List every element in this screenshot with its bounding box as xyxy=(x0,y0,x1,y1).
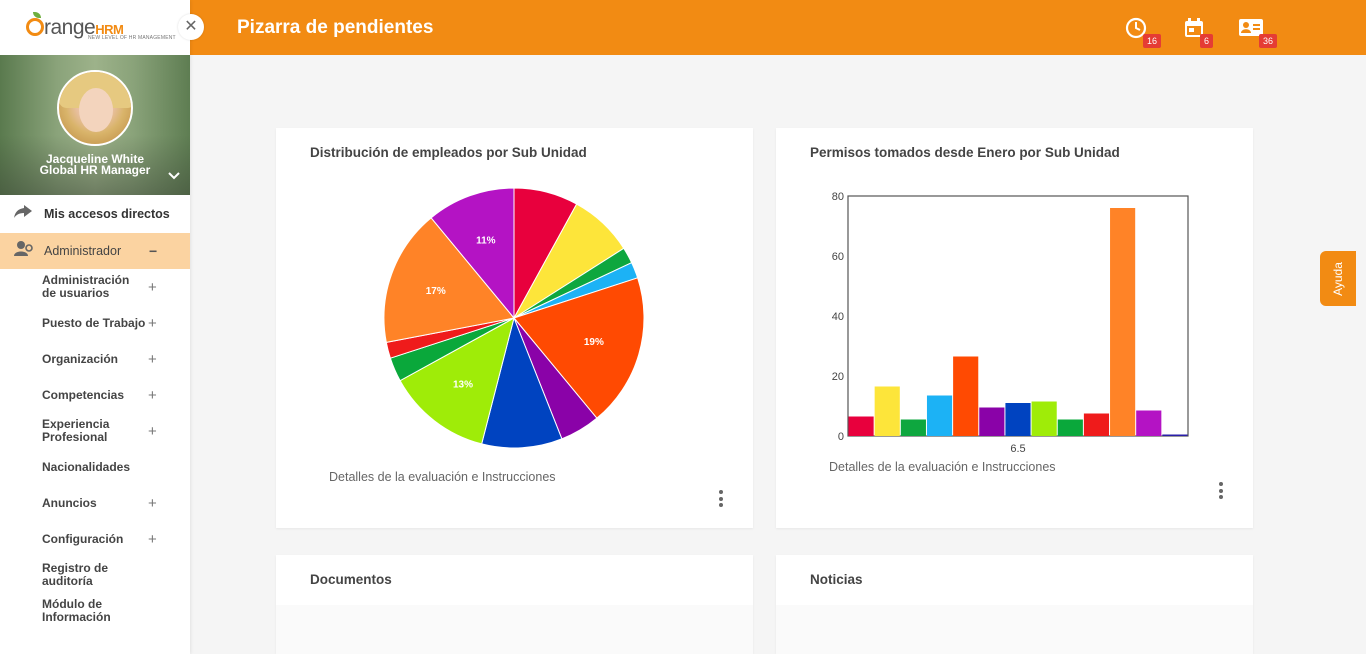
help-tab[interactable]: Ayuda xyxy=(1320,251,1356,306)
page-title: Pizarra de pendientes xyxy=(237,17,434,38)
sidebar-item-label: Registro de auditoría xyxy=(42,561,109,588)
bar-card-footer-link[interactable]: Detalles de la evaluación e Instruccione… xyxy=(829,460,1056,474)
calendar-badge: 6 xyxy=(1200,34,1214,48)
user-settings-icon xyxy=(14,240,34,262)
contacts-badge: 36 xyxy=(1259,34,1278,48)
sidebar-item[interactable]: Puesto de Trabajo + xyxy=(0,305,190,341)
nav-admin-label: Administrador xyxy=(44,244,122,258)
pie-slice-label: 19% xyxy=(584,337,604,348)
documents-card: Documentos xyxy=(276,555,753,654)
bar[interactable] xyxy=(1136,410,1162,437)
expand-icon[interactable]: + xyxy=(148,496,157,511)
bar[interactable] xyxy=(926,395,953,437)
y-tick-label: 60 xyxy=(832,251,844,263)
y-tick-label: 20 xyxy=(832,371,844,383)
bar[interactable] xyxy=(1110,208,1136,436)
bar[interactable] xyxy=(953,356,979,437)
pie-card-menu-icon[interactable] xyxy=(719,490,723,510)
share-arrow-icon xyxy=(14,204,34,224)
nav-admin[interactable]: Administrador − xyxy=(0,233,190,269)
documents-body xyxy=(276,605,753,654)
sidebar-item[interactable]: Organización + xyxy=(0,341,190,377)
pie-slice-label: 11% xyxy=(476,236,496,247)
nav-shortcuts[interactable]: Mis accesos directos xyxy=(0,195,190,233)
logo-orange-icon xyxy=(26,18,44,36)
user-profile: Jacqueline White Global HR Manager xyxy=(0,55,190,195)
sidebar-item-label: Módulo de Información xyxy=(42,597,111,624)
sidebar-item-label: Puesto de Trabajo xyxy=(42,315,146,330)
orangehrm-logo[interactable]: rangeHRM NEW LEVEL OF HR MANAGEMENT xyxy=(26,12,176,46)
pie-chart[interactable]: 19% 13% 17% 11% xyxy=(276,128,753,528)
y-tick-label: 0 xyxy=(838,431,844,443)
bar[interactable] xyxy=(1083,413,1110,437)
chevron-down-icon[interactable] xyxy=(168,169,180,183)
user-role: Global HR Manager xyxy=(39,163,151,177)
bar[interactable] xyxy=(848,416,874,437)
bar[interactable] xyxy=(1031,401,1057,437)
sidebar-item[interactable]: Nacionalidades xyxy=(0,449,190,485)
sidebar-item-label: Organización xyxy=(42,351,119,366)
employee-distribution-card: Distribución de empleados por Sub Unidad… xyxy=(276,128,753,528)
bar-card-menu-icon[interactable] xyxy=(1219,482,1223,502)
user-name-block: Jacqueline White Global HR Manager xyxy=(0,153,190,177)
sidebar-item[interactable]: Anuncios + xyxy=(0,485,190,521)
sidebar-item-label: Anuncios xyxy=(42,495,97,510)
expand-icon[interactable]: + xyxy=(148,424,157,439)
collapse-icon[interactable]: − xyxy=(149,243,157,259)
news-card: Noticias xyxy=(776,555,1253,654)
news-title: Noticias xyxy=(810,572,863,587)
sidebar-item[interactable]: Registro de auditoría xyxy=(0,557,190,593)
bar[interactable] xyxy=(900,419,926,437)
sidebar-item-label: Configuración xyxy=(42,531,124,546)
documents-title: Documentos xyxy=(310,572,392,587)
bar[interactable] xyxy=(979,407,1005,437)
y-tick-label: 80 xyxy=(832,191,844,203)
pie-card-footer-link[interactable]: Detalles de la evaluación e Instruccione… xyxy=(329,470,556,484)
y-tick-label: 40 xyxy=(832,311,844,323)
help-label: Ayuda xyxy=(1331,261,1345,296)
sidebar-item[interactable]: Competencias + xyxy=(0,377,190,413)
close-sidebar-button[interactable]: ✕ xyxy=(178,14,204,40)
news-body xyxy=(776,605,1253,654)
sidebar-item-label: Administración de usuarios xyxy=(42,273,130,300)
sidebar-item[interactable]: Administración de usuarios + xyxy=(0,269,190,305)
top-bar: Pizarra de pendientes 16 6 36 xyxy=(190,0,1366,55)
bar[interactable] xyxy=(1005,403,1031,436)
expand-icon[interactable]: + xyxy=(148,388,157,403)
logo-bar: rangeHRM NEW LEVEL OF HR MANAGEMENT xyxy=(0,0,190,55)
sidebar-item[interactable]: Experiencia Profesional + xyxy=(0,413,190,449)
bar[interactable] xyxy=(874,386,900,437)
sidebar-item-label: Experiencia Profesional xyxy=(42,417,110,444)
bar[interactable] xyxy=(1162,434,1188,437)
sidebar-item[interactable]: Módulo de Información xyxy=(0,593,190,629)
sidebar: rangeHRM NEW LEVEL OF HR MANAGEMENT Jacq… xyxy=(0,0,190,654)
expand-icon[interactable]: + xyxy=(148,352,157,367)
pie-slice-label: 13% xyxy=(453,380,473,391)
bar[interactable] xyxy=(1057,419,1083,437)
pie-slice-label: 17% xyxy=(426,286,446,297)
expand-icon[interactable]: + xyxy=(148,532,157,547)
x-tick-label: 6.5 xyxy=(1010,443,1025,455)
sidebar-item-label: Nacionalidades xyxy=(42,459,131,474)
avatar[interactable] xyxy=(57,70,133,146)
clock-badge: 16 xyxy=(1143,34,1162,48)
sidebar-item[interactable]: Configuración + xyxy=(0,521,190,557)
expand-icon[interactable]: + xyxy=(148,280,157,295)
leave-card: Permisos tomados desde Enero por Sub Uni… xyxy=(776,128,1253,528)
nav-shortcuts-label: Mis accesos directos xyxy=(44,207,170,221)
sidebar-item-label: Competencias xyxy=(42,387,125,402)
admin-submenu: Administración de usuarios + Puesto de Tra… xyxy=(0,269,190,629)
logo-tagline: NEW LEVEL OF HR MANAGEMENT xyxy=(88,35,176,41)
expand-icon[interactable]: + xyxy=(148,316,157,331)
